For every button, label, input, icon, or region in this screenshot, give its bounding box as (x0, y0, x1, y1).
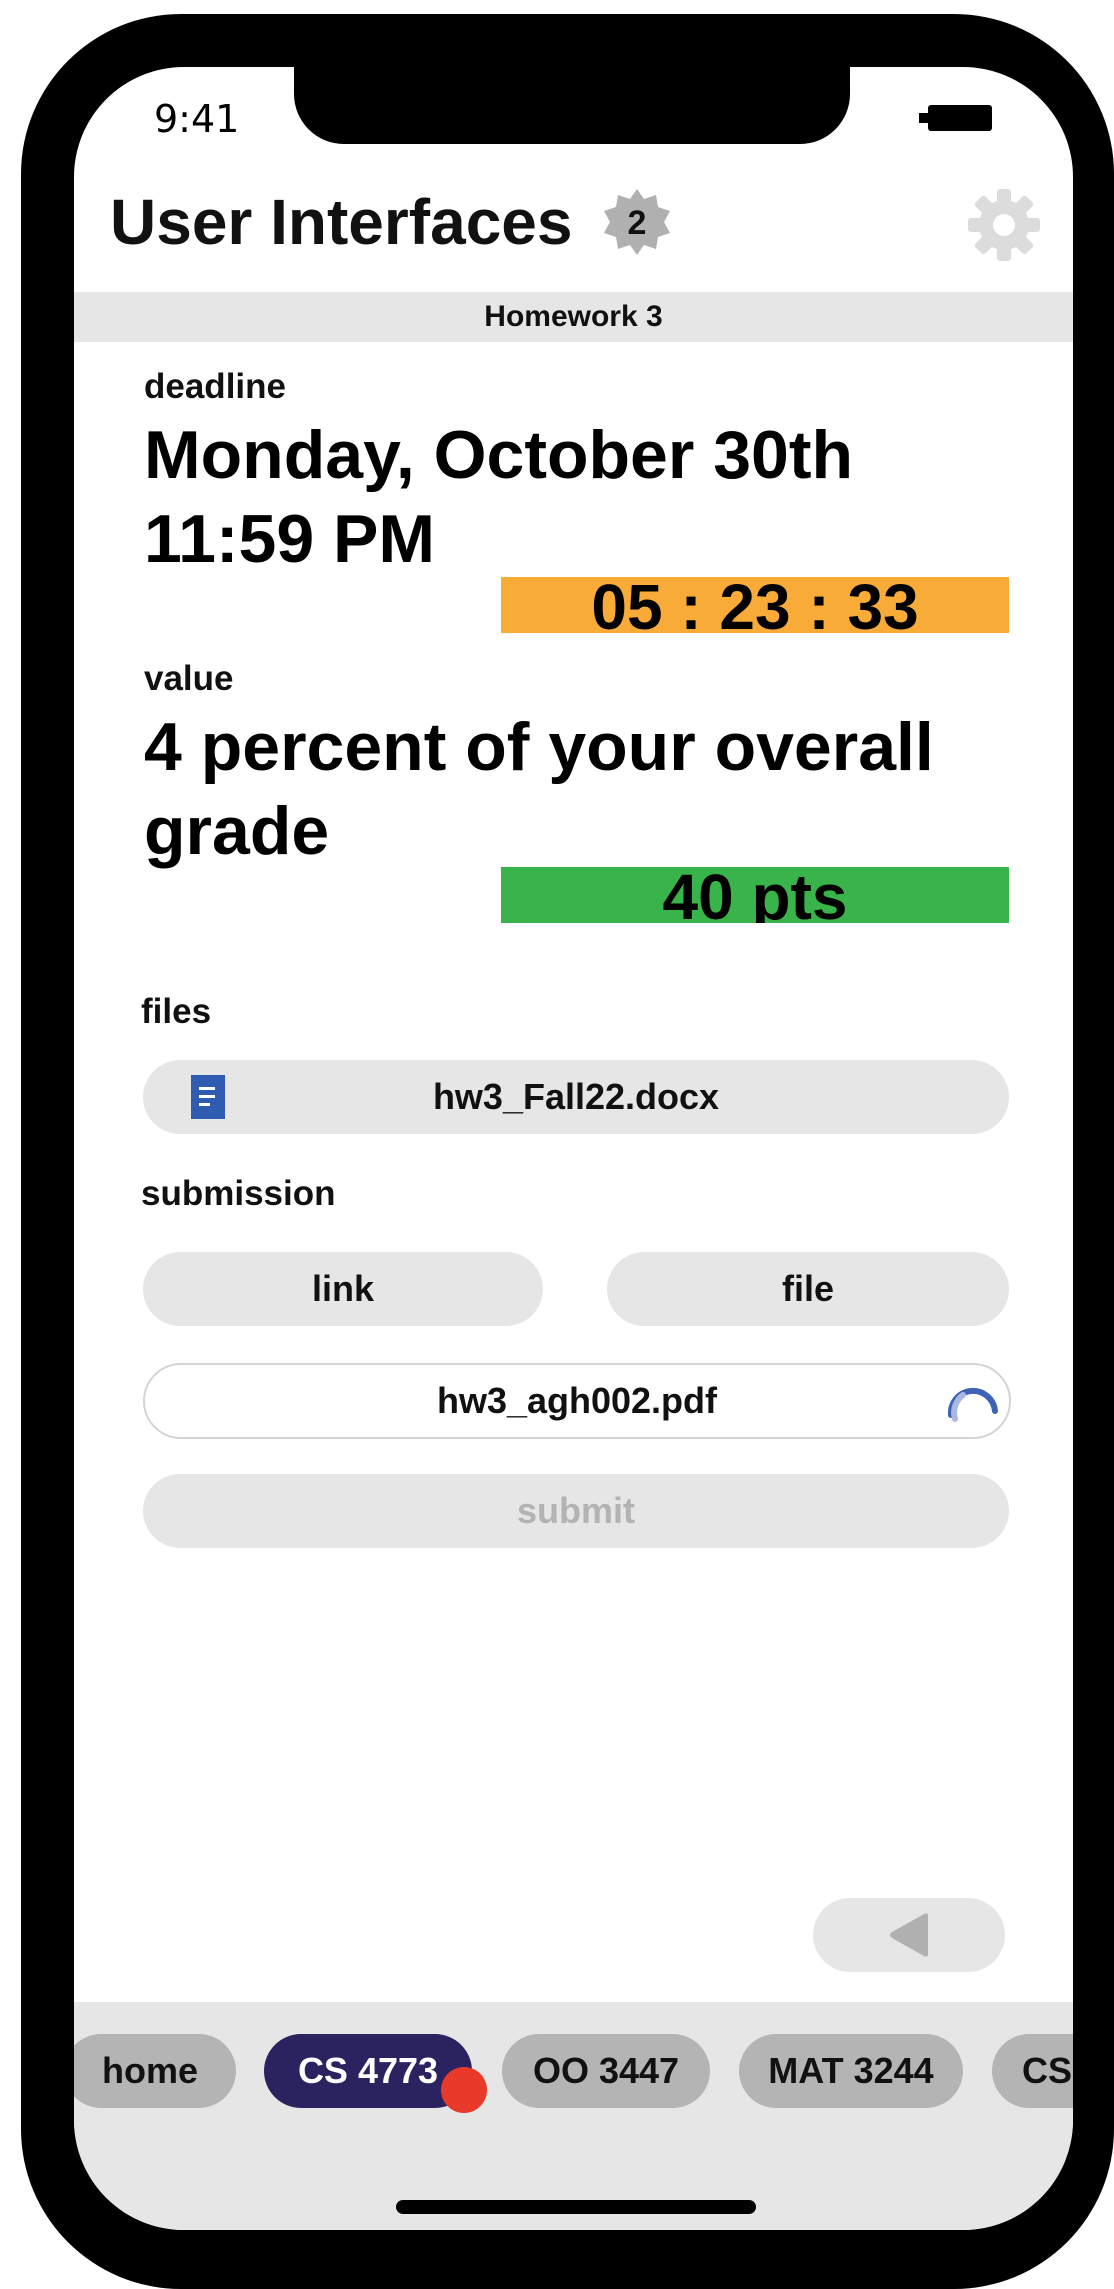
back-arrow-icon (890, 1913, 928, 1957)
countdown-timer: 05 : 23 : 33 (501, 577, 1009, 633)
tab-oo-3447[interactable]: OO 3447 (502, 2034, 710, 2108)
tab-mat-3244[interactable]: MAT 3244 (739, 2034, 963, 2108)
file-item-name: hw3_Fall22.docx (432, 1076, 720, 1117)
notification-dot (441, 2067, 487, 2113)
home-indicator[interactable] (396, 2200, 756, 2214)
deadline-time: 11:59 PM (144, 501, 436, 577)
notch (294, 67, 850, 144)
value-label: value (144, 659, 234, 698)
deadline-label: deadline (144, 367, 286, 406)
file-button[interactable]: file (607, 1252, 1009, 1326)
value-text-line1: 4 percent of your overall (144, 709, 934, 785)
selected-file-field[interactable]: hw3_agh002.pdf (143, 1363, 1011, 1439)
badge-count: 2 (627, 204, 647, 242)
document-icon (191, 1075, 225, 1119)
battery-icon (919, 105, 992, 131)
loading-spinner-icon (947, 1387, 998, 1422)
page-title: User Interfaces (110, 186, 573, 258)
tab-cs-4773[interactable]: CS 4773 (264, 2034, 472, 2108)
gear-icon[interactable] (964, 185, 1044, 265)
link-button[interactable]: link (143, 1252, 543, 1326)
files-label: files (141, 992, 212, 1031)
tab-cs[interactable]: CS (992, 2034, 1073, 2108)
submit-button[interactable]: submit (143, 1474, 1009, 1548)
course-tab-bar: home CS 4773 OO 3447 MAT 3244 CS (74, 2002, 1073, 2230)
file-item[interactable]: hw3_Fall22.docx (143, 1060, 1009, 1134)
submission-label: submission (141, 1174, 336, 1213)
selected-file-name: hw3_agh002.pdf (436, 1380, 718, 1421)
status-time: 9:41 (154, 97, 240, 141)
assignment-title: Homework 3 (74, 292, 1073, 342)
deadline-date: Monday, October 30th (144, 417, 854, 493)
back-button[interactable] (813, 1898, 1005, 1972)
tab-home[interactable]: home (74, 2034, 236, 2108)
phone-screen: 9:41 User Interfaces 2 Homework 3 deadli… (74, 67, 1073, 2230)
points-bar: 40 pts (501, 867, 1009, 923)
seal-badge-icon[interactable]: 2 (602, 187, 672, 257)
value-text-line2: grade (144, 793, 330, 869)
